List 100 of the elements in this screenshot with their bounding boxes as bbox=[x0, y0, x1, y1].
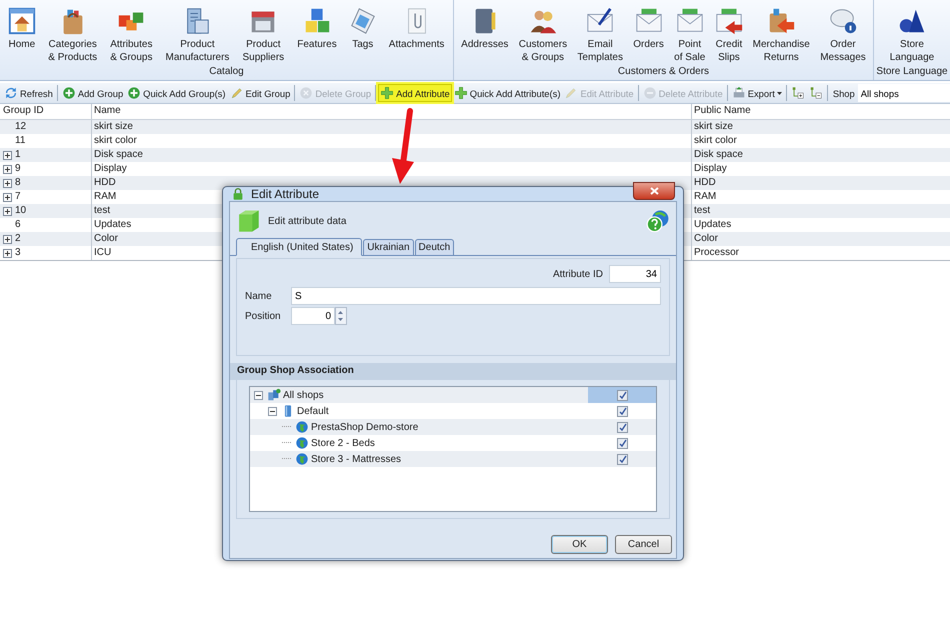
table-cell: 10 bbox=[15, 204, 26, 218]
checkbox[interactable] bbox=[616, 438, 628, 448]
help-icon bbox=[644, 208, 670, 234]
checkbox[interactable] bbox=[616, 390, 628, 400]
name-field[interactable]: S bbox=[291, 287, 661, 305]
table-cell: 1 bbox=[15, 148, 21, 162]
ribbon-button[interactable]: Customers & Groups bbox=[516, 38, 570, 64]
tree-item[interactable]: Store 2 - Beds bbox=[311, 438, 375, 448]
printer-icon bbox=[732, 86, 746, 100]
tab[interactable]: Ukrainian bbox=[363, 239, 414, 255]
close-icon bbox=[650, 187, 658, 195]
table-cell: 2 bbox=[15, 232, 21, 246]
table-cell: RAM bbox=[94, 191, 116, 202]
ribbon-button[interactable]: Credit Slips bbox=[714, 38, 744, 64]
ribbon-button[interactable]: Addresses bbox=[459, 38, 510, 51]
ribbon-button[interactable]: Tags bbox=[350, 38, 376, 51]
cancel-button[interactable]: Cancel bbox=[615, 535, 672, 554]
ribbon-button[interactable]: Point of Sale bbox=[672, 38, 708, 64]
close-button[interactable] bbox=[633, 182, 675, 200]
expand-toggle[interactable] bbox=[3, 150, 12, 160]
tree-item[interactable]: Default bbox=[297, 406, 329, 416]
attribute-id-field[interactable]: 34 bbox=[609, 265, 661, 283]
computers-icon bbox=[267, 388, 281, 402]
tree-expand-icon bbox=[790, 86, 805, 100]
table-cell: HDD bbox=[694, 177, 716, 188]
table-cell: ICU bbox=[94, 247, 112, 258]
tab[interactable]: English (United States) bbox=[236, 238, 362, 256]
toolbar-button[interactable]: Add Group bbox=[60, 84, 126, 102]
house-icon bbox=[6, 6, 37, 36]
envelope-arrow-icon bbox=[714, 6, 744, 36]
globe-icon bbox=[295, 436, 309, 450]
collapse-toggle[interactable] bbox=[268, 406, 277, 416]
tree-item[interactable]: Store 3 - Mattresses bbox=[311, 454, 402, 464]
ribbon-button[interactable]: Home bbox=[6, 38, 38, 51]
expand-toggle[interactable] bbox=[3, 206, 12, 216]
table-cell: Processor bbox=[694, 247, 740, 258]
ribbon-button[interactable]: Merchandise Returns bbox=[750, 38, 812, 64]
tab[interactable]: Deutch bbox=[414, 239, 454, 255]
section-header: Group Shop Association bbox=[230, 363, 676, 380]
collapse-toggle[interactable] bbox=[254, 390, 263, 400]
ribbon-button[interactable]: Product Manufacturers bbox=[164, 38, 232, 64]
position-field[interactable]: 0 bbox=[291, 307, 335, 325]
column-header[interactable]: Name bbox=[92, 104, 692, 119]
tree-item[interactable]: PrestaShop Demo-store bbox=[311, 422, 418, 432]
ribbon-button[interactable]: Attachments bbox=[386, 38, 446, 51]
table-cell: 6 bbox=[15, 218, 21, 232]
spin-buttons[interactable] bbox=[335, 307, 347, 325]
toolbar-button[interactable]: Export bbox=[730, 84, 784, 102]
expand-toggle[interactable] bbox=[3, 178, 12, 188]
ribbon-button[interactable]: Orders bbox=[631, 38, 666, 51]
checkbox[interactable] bbox=[616, 454, 628, 464]
add-icon bbox=[127, 86, 142, 100]
globe-icon bbox=[295, 420, 309, 434]
table-cell: HDD bbox=[94, 177, 116, 188]
minus-icon bbox=[642, 86, 657, 100]
toolbar-button[interactable]: Refresh bbox=[2, 84, 55, 102]
expand-toggle[interactable] bbox=[3, 192, 12, 202]
table-cell: skirt color bbox=[694, 135, 737, 146]
dialog-header: Edit attribute data bbox=[268, 216, 348, 226]
add-icon bbox=[62, 86, 76, 100]
group-label: Catalog bbox=[209, 66, 244, 79]
table-cell: 8 bbox=[15, 176, 21, 190]
toolbar-button[interactable]: Quick Add Attribute(s) bbox=[452, 84, 562, 102]
table-cell: Updates bbox=[94, 219, 132, 230]
shop-label: Shop bbox=[832, 88, 856, 98]
table-cell: test bbox=[94, 205, 110, 216]
lock-icon bbox=[231, 187, 245, 201]
table-cell: Disk space bbox=[94, 149, 143, 160]
column-header[interactable]: Public Name bbox=[692, 104, 950, 119]
group-label: Customers & Orders bbox=[618, 66, 710, 79]
tree-item[interactable]: All shops bbox=[283, 390, 324, 400]
toolbar-button[interactable]: Edit Group bbox=[228, 84, 292, 102]
ribbon-button[interactable]: Order Messages bbox=[818, 38, 868, 64]
field-label: Position bbox=[245, 310, 282, 322]
expand-toggle[interactable] bbox=[3, 234, 12, 244]
ribbon-button[interactable]: Categories & Products bbox=[46, 38, 100, 64]
toolbar-button[interactable]: Quick Add Group(s) bbox=[125, 84, 228, 102]
table-cell: skirt size bbox=[94, 121, 133, 132]
ok-button[interactable]: OK bbox=[551, 535, 608, 554]
table-cell: 12 bbox=[15, 120, 26, 134]
field-label: Name bbox=[245, 290, 273, 302]
tree-collapse-icon bbox=[808, 86, 823, 100]
expand-toggle[interactable] bbox=[3, 248, 12, 258]
checkbox[interactable] bbox=[616, 422, 628, 432]
ribbon-button[interactable]: Attributes & Groups bbox=[108, 38, 154, 64]
pencil-icon bbox=[230, 86, 244, 100]
table-cell: 3 bbox=[15, 246, 21, 260]
table-cell: skirt size bbox=[694, 121, 733, 132]
ribbon-button[interactable]: Features bbox=[295, 38, 339, 51]
column-header[interactable]: Group ID bbox=[0, 104, 92, 119]
ribbon-button[interactable]: Product Suppliers bbox=[240, 38, 286, 64]
shop-field[interactable]: All shops bbox=[858, 84, 950, 102]
expand-toggle[interactable] bbox=[3, 164, 12, 174]
table-cell: Updates bbox=[694, 219, 732, 230]
table-cell: 11 bbox=[15, 134, 26, 148]
toolbar-button[interactable]: Add Attribute bbox=[378, 84, 452, 102]
checkbox[interactable] bbox=[616, 406, 628, 416]
ribbon-button[interactable]: Store Language bbox=[888, 38, 936, 64]
table-cell: RAM bbox=[694, 191, 716, 202]
ribbon-button[interactable]: Email Templates bbox=[575, 38, 625, 64]
